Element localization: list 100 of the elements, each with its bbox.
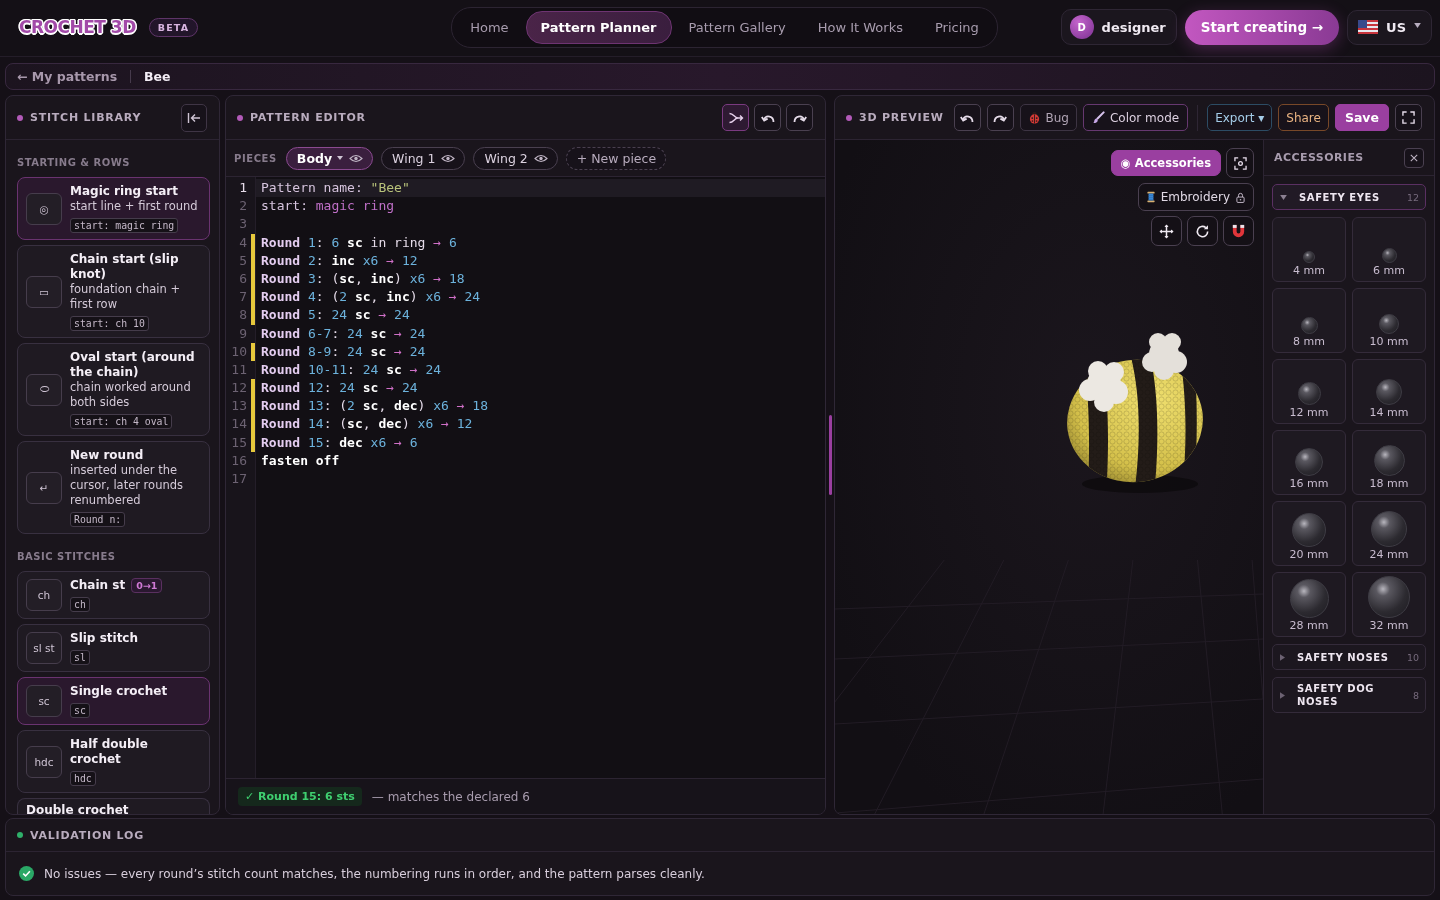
- undo-button[interactable]: [953, 104, 981, 131]
- stitch-card[interactable]: hdc Half double crochet hdc: [17, 730, 210, 793]
- fullscreen-icon: [1402, 111, 1415, 124]
- code-snippet: sc: [70, 703, 90, 718]
- color-mode-button[interactable]: Color mode: [1082, 104, 1189, 131]
- accessories-toggle[interactable]: ◉ Accessories: [1110, 150, 1221, 176]
- accessory-tile[interactable]: 4 mm: [1272, 217, 1346, 282]
- redo-button[interactable]: [786, 104, 813, 131]
- panel-title: 3D PREVIEW: [859, 111, 944, 124]
- stitch-title: Slip stitch: [70, 631, 139, 646]
- accessory-group-header[interactable]: SAFETY DOG NOSES 8: [1272, 677, 1426, 713]
- sphere-icon: [1297, 382, 1321, 405]
- accessory-tile[interactable]: 14 mm: [1352, 359, 1426, 424]
- nav-link[interactable]: Home: [455, 10, 524, 44]
- user-menu[interactable]: D designer: [1060, 9, 1177, 45]
- share-button[interactable]: Share: [1278, 104, 1329, 131]
- accessory-tile[interactable]: 20 mm: [1272, 501, 1346, 566]
- brush-icon: [1091, 111, 1105, 124]
- stitch-card[interactable]: ch Chain st 0→1 ch: [17, 571, 210, 619]
- status-dot-icon: [17, 114, 23, 121]
- back-link[interactable]: ← My patterns: [17, 69, 118, 84]
- resize-handle[interactable]: [828, 415, 832, 495]
- code-snippet: ch: [70, 597, 90, 612]
- merge-button[interactable]: [722, 104, 749, 131]
- accessory-tile[interactable]: 32 mm: [1352, 572, 1426, 637]
- accessory-tile[interactable]: 8 mm: [1272, 288, 1346, 353]
- stitch-card[interactable]: ▭ Chain start (slip knot) foundation chain + first row start: ch 10: [17, 245, 210, 338]
- size-label: 6 mm: [1373, 264, 1405, 277]
- code-line: Round 13: (2 sc, dec) x6 → 18: [260, 397, 489, 416]
- status-note: — matches the declared 6: [371, 789, 530, 804]
- accessory-tile[interactable]: 6 mm: [1352, 217, 1426, 282]
- code-line: Round 10-11: 24 sc → 24: [260, 360, 443, 379]
- save-button[interactable]: Save: [1334, 104, 1389, 131]
- move-button[interactable]: [1151, 216, 1182, 246]
- undo-button[interactable]: [754, 104, 781, 131]
- accessory-tile[interactable]: 28 mm: [1272, 572, 1346, 637]
- language-selector[interactable]: US: [1347, 9, 1432, 45]
- accessory-group-header[interactable]: SAFETY EYES 12: [1272, 184, 1426, 210]
- stitch-card[interactable]: ⬭ Oval start (around the chain) chain worked around both sides start: ch 4 oval: [17, 343, 210, 436]
- accessory-tile[interactable]: 10 mm: [1352, 288, 1426, 353]
- sidebar-title: ACCESSORIES: [1274, 151, 1364, 164]
- code-line: Round 12: 24 sc → 24: [260, 379, 419, 398]
- eye-icon[interactable]: [441, 153, 456, 163]
- sphere-icon: [1368, 576, 1410, 618]
- stitch-title: New round: [70, 448, 144, 463]
- bug-button[interactable]: Bug: [1019, 104, 1077, 131]
- count-badge: 0→1: [131, 578, 163, 593]
- stitch-card[interactable]: Double crochet: [17, 798, 210, 814]
- code-line: Round 5: 24 sc → 24: [260, 306, 411, 325]
- sphere-icon: [1371, 511, 1407, 547]
- accessory-tile[interactable]: 18 mm: [1352, 430, 1426, 495]
- rotate-button[interactable]: [1187, 216, 1218, 246]
- accessory-tile[interactable]: 24 mm: [1352, 501, 1426, 566]
- magnet-button[interactable]: [1223, 216, 1254, 246]
- section-heading: STARTING & ROWS: [17, 157, 131, 168]
- stitch-title: Magic ring start: [70, 184, 178, 199]
- collapse-button[interactable]: [181, 103, 207, 132]
- stitch-title: Chain start (slip knot): [70, 252, 180, 282]
- logo[interactable]: CROCHET 3D: [17, 17, 138, 37]
- merge-icon: [727, 110, 744, 125]
- spool-icon: [1146, 191, 1155, 203]
- start-creating-button[interactable]: Start creating →: [1184, 9, 1340, 45]
- size-label: 10 mm: [1369, 335, 1409, 348]
- accessory-group-header[interactable]: SAFETY NOSES 10: [1272, 644, 1426, 670]
- code-line: Round 1: 6 sc in ring → 6: [260, 233, 458, 252]
- nav-link[interactable]: Pattern Planner: [525, 10, 672, 44]
- fullscreen-button[interactable]: [1395, 104, 1422, 131]
- stitch-card[interactable]: sl st Slip stitch sl: [17, 624, 210, 672]
- size-label: 20 mm: [1289, 548, 1329, 561]
- export-button[interactable]: Export ▾: [1207, 104, 1273, 131]
- nav-link[interactable]: How It Works: [802, 10, 918, 44]
- stitch-card[interactable]: ↵ New round inserted under the cursor, later rounds renumbered Round n:: [17, 441, 210, 534]
- code-snippet: hdc: [70, 771, 96, 786]
- line-number: 3: [238, 215, 247, 234]
- group-count: 10: [1406, 651, 1419, 663]
- eye-icon[interactable]: [349, 153, 364, 163]
- stitch-card[interactable]: sc Single crochet sc: [17, 677, 210, 725]
- accessory-tile[interactable]: 12 mm: [1272, 359, 1346, 424]
- caret-icon: [1280, 194, 1287, 200]
- close-button[interactable]: [1404, 147, 1424, 168]
- piece-tab[interactable]: Wing 2: [473, 146, 558, 170]
- stitch-title: Single crochet: [70, 684, 168, 699]
- nav-link[interactable]: Pricing: [919, 10, 994, 44]
- stitch-description: start line + first round: [70, 199, 199, 214]
- focus-button[interactable]: [1226, 148, 1254, 178]
- new-piece-button[interactable]: + New piece: [565, 146, 667, 170]
- piece-tab[interactable]: Body: [285, 146, 374, 170]
- code-line: Round 3: (sc, inc) x6 → 18: [260, 269, 466, 288]
- stitch-card[interactable]: ◎ Magic ring start start line + first round start: magic ring: [17, 177, 210, 240]
- group-name: SAFETY NOSES: [1296, 650, 1390, 664]
- accessory-tile[interactable]: 16 mm: [1272, 430, 1346, 495]
- eye-icon[interactable]: [533, 153, 548, 163]
- piece-tab[interactable]: Wing 1: [381, 146, 466, 170]
- nav-link[interactable]: Pattern Gallery: [673, 10, 801, 44]
- redo-button[interactable]: [986, 104, 1014, 131]
- embroidery-button[interactable]: Embroidery: [1137, 183, 1254, 211]
- code-snippet: start: ch 4 oval: [70, 414, 173, 429]
- preview-viewport[interactable]: ◉ Accessories Embroidery: [835, 140, 1263, 814]
- size-label: 8 mm: [1293, 335, 1325, 348]
- size-label: 18 mm: [1369, 477, 1409, 490]
